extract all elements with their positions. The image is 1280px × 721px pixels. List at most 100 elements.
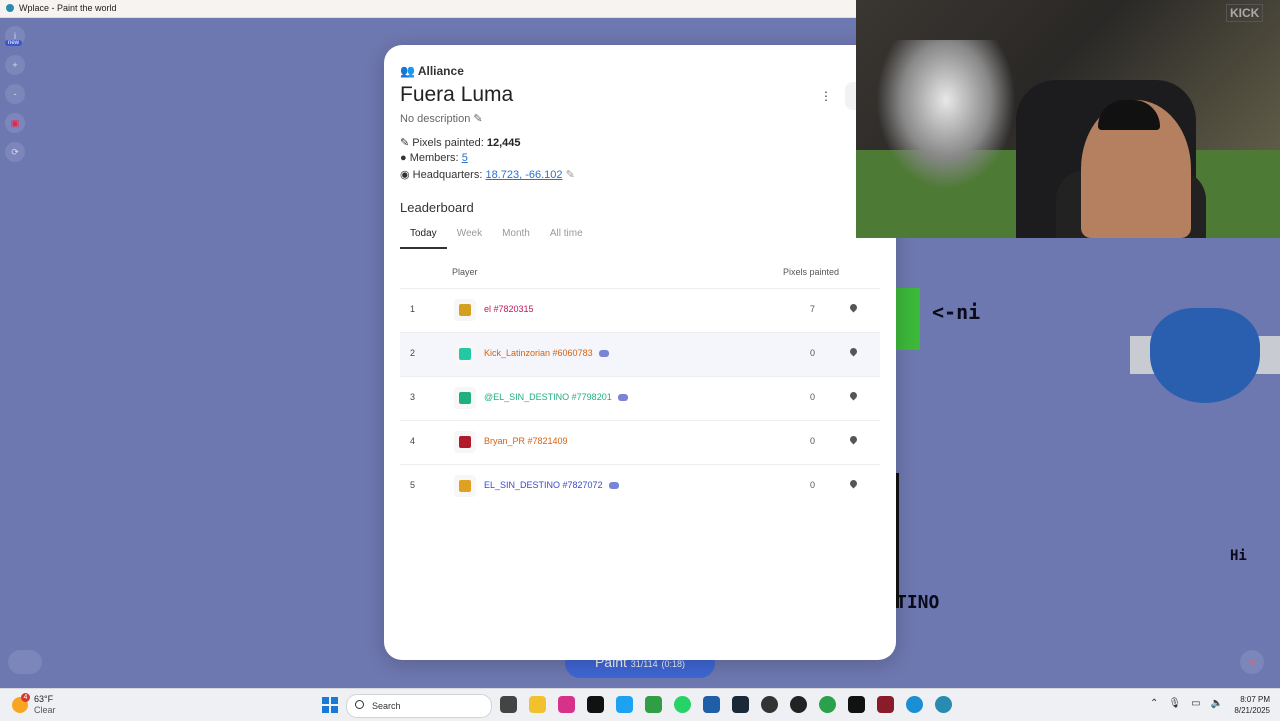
edit-hq-icon[interactable]: ✎ <box>566 169 575 181</box>
whatsapp-icon[interactable] <box>674 696 691 713</box>
player-name-text: Kick_Latinzorian #6060783 <box>484 348 593 358</box>
pixels-label: Pixels painted: <box>412 137 484 149</box>
person-icon: ● <box>400 152 407 164</box>
player-avatar <box>454 299 476 321</box>
col-player-header: Player <box>452 267 478 277</box>
tab-month[interactable]: Month <box>492 225 540 249</box>
chrome-icon[interactable] <box>819 696 836 713</box>
start-button[interactable] <box>322 697 338 713</box>
player-avatar <box>454 475 476 497</box>
player-pixel-count: 0 <box>810 436 816 446</box>
pixels-painted-stat: ✎ Pixels painted: 12,445 <box>400 136 521 149</box>
edit-description-icon[interactable]: ✎ <box>473 113 482 125</box>
hq-link[interactable]: 18.723, -66.102 <box>485 169 562 181</box>
taskbar: 4 63°F Clear Search ⌃ 🎙 ▭ 🔈 8:07 PM 8/21… <box>0 688 1280 721</box>
alliance-kicker: 👥 Alliance <box>400 64 464 78</box>
system-tray: ⌃ 🎙 ▭ 🔈 <box>1150 698 1223 709</box>
task-view-icon[interactable] <box>500 696 517 713</box>
leaderboard-row[interactable]: 5 EL_SIN_DESTINO #7827072 0 <box>400 464 880 509</box>
location-pin-icon[interactable] <box>848 302 859 313</box>
chevron-up-icon[interactable]: ⌃ <box>1150 698 1158 709</box>
player-avatar <box>454 387 476 409</box>
paint-counter: 31/114 <box>630 659 658 669</box>
player-pixel-count: 0 <box>810 392 816 402</box>
clock-time: 8:07 PM <box>1240 695 1270 704</box>
volume-icon[interactable]: 🔈 <box>1211 698 1223 709</box>
brush-icon: ✎ <box>400 137 410 149</box>
player-name-text: @EL_SIN_DESTINO #7798201 <box>484 392 612 402</box>
store-icon[interactable] <box>703 696 720 713</box>
discord-icon <box>598 350 609 357</box>
github-icon[interactable] <box>790 696 807 713</box>
player-pixel-count: 7 <box>810 304 816 314</box>
file-explorer-icon[interactable] <box>529 696 546 713</box>
player-avatar <box>454 343 476 365</box>
player-pixel-count: 0 <box>810 480 816 490</box>
tab-week[interactable]: Week <box>447 225 492 249</box>
search-label: Search <box>372 701 401 711</box>
edge-icon[interactable] <box>906 696 923 713</box>
player-name[interactable]: EL_SIN_DESTINO #7827072 <box>484 480 619 490</box>
search-icon <box>355 700 364 709</box>
display-icon[interactable]: ▭ <box>1191 698 1200 709</box>
leaderboard-row[interactable]: 1 el #7820315 7 <box>400 288 880 333</box>
tab-today[interactable]: Today <box>400 225 447 249</box>
map-art-arrow-text: <-ni <box>932 300 981 324</box>
xbox-icon[interactable] <box>645 696 662 713</box>
location-pin-icon[interactable] <box>848 478 859 489</box>
player-name-text: Bryan_PR #7821409 <box>484 436 568 446</box>
system-clock[interactable]: 8:07 PM 8/21/2025 <box>1226 694 1270 716</box>
microphone-icon[interactable]: 🎙 <box>1168 698 1181 709</box>
taskbar-search[interactable]: Search <box>346 694 492 718</box>
leaderboard-tabs: Today Week Month All time <box>400 225 593 249</box>
avatar-pixel-icon <box>459 436 471 448</box>
capcut-icon[interactable] <box>877 696 894 713</box>
obs-icon[interactable] <box>761 696 778 713</box>
members-link[interactable]: 5 <box>462 152 468 164</box>
steam-icon[interactable] <box>732 696 749 713</box>
location-pin-icon[interactable] <box>848 390 859 401</box>
leaderboard-row[interactable]: 2 Kick_Latinzorian #6060783 0 <box>400 332 880 377</box>
map-art-figure <box>896 473 921 608</box>
weather-condition: Clear <box>34 705 56 715</box>
avatar-pixel-icon <box>459 304 471 316</box>
tiktok-icon[interactable] <box>587 696 604 713</box>
hq-label: Headquarters: <box>412 169 483 181</box>
row-rank: 2 <box>410 348 416 358</box>
alliance-modal: 👥 Alliance Fuera Luma ⋮ No description ✎… <box>384 45 896 660</box>
more-options-icon[interactable]: ⋮ <box>820 89 832 103</box>
leaderboard-row[interactable]: 4 Bryan_PR #7821409 0 <box>400 420 880 465</box>
clock-date: 8/21/2025 <box>1234 706 1270 715</box>
map-art-island <box>1150 308 1260 403</box>
members-label: Members: <box>409 152 459 164</box>
locate-icon[interactable]: ⌖ <box>1240 650 1264 674</box>
pixels-value: 12,445 <box>486 137 521 149</box>
discord-icon <box>617 394 628 401</box>
location-pin-icon[interactable] <box>848 346 859 357</box>
webcam-overlay: KICK <box>856 0 1280 238</box>
layers-button[interactable] <box>8 650 42 674</box>
alliance-name: Fuera Luma <box>400 83 514 106</box>
row-rank: 3 <box>410 392 416 402</box>
zoom-in-button[interactable]: + <box>5 55 25 75</box>
twitch-button[interactable]: ▣ <box>5 113 25 133</box>
tiktok-studio-icon[interactable] <box>848 696 865 713</box>
location-pin-icon[interactable] <box>848 434 859 445</box>
player-name[interactable]: el #7820315 <box>484 304 534 314</box>
paint-timer: (0:18) <box>661 659 686 669</box>
player-name[interactable]: Kick_Latinzorian #6060783 <box>484 348 609 358</box>
player-name[interactable]: Bryan_PR #7821409 <box>484 436 568 446</box>
leaderboard-row[interactable]: 3 @EL_SIN_DESTINO #7798201 0 <box>400 376 880 421</box>
wplace-app-icon[interactable] <box>935 696 952 713</box>
avatar-pixel-icon <box>459 480 471 492</box>
weather-badge: 4 <box>21 693 30 702</box>
window-title: Wplace - Paint the world <box>19 3 117 13</box>
player-name[interactable]: @EL_SIN_DESTINO #7798201 <box>484 392 628 402</box>
instagram-icon[interactable] <box>558 696 575 713</box>
twitter-icon[interactable] <box>616 696 633 713</box>
people-icon: 👥 <box>400 64 415 78</box>
zoom-out-button[interactable]: - <box>5 84 25 104</box>
tab-all-time[interactable]: All time <box>540 225 593 249</box>
refresh-button[interactable]: ⟳ <box>5 142 25 162</box>
app-icon <box>6 4 14 12</box>
